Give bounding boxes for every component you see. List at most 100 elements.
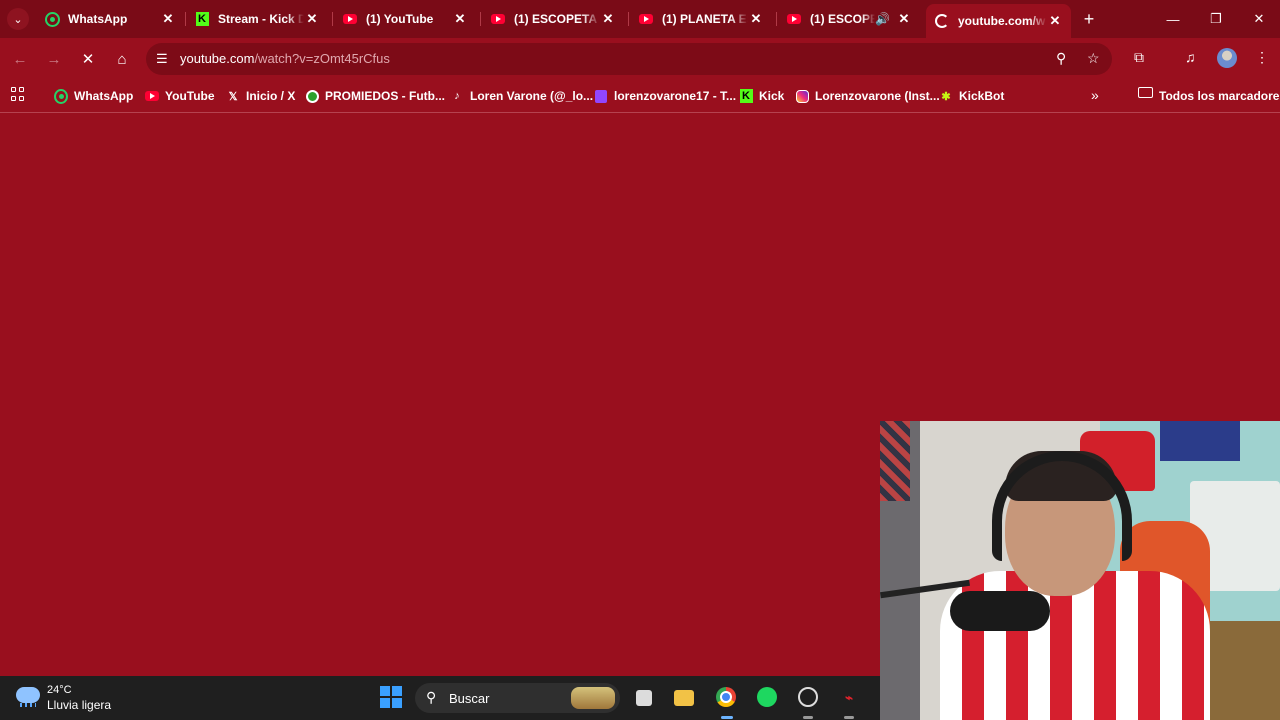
bookmark-label: KickBot <box>959 89 1005 103</box>
taskbar-search[interactable]: ⚲ Buscar <box>415 683 620 713</box>
tab-title: Stream - Kick Da <box>218 12 304 26</box>
bookmark-twitch[interactable]: lorenzovarone17 - T... <box>594 86 736 106</box>
webcam-microphone <box>950 591 1050 631</box>
close-icon[interactable]: ✕ <box>452 11 468 27</box>
weather-widget[interactable]: 24°C Lluvia ligera <box>0 676 130 720</box>
bookmark-kickbot[interactable]: ✱ KickBot <box>939 86 1004 106</box>
url-path: /watch?v=zOmt45rCfus <box>254 51 390 66</box>
restore-button[interactable]: ❐ <box>1203 6 1229 32</box>
bookmark-label: Loren Varone (@_lo... <box>470 89 594 103</box>
url-host: youtube.com <box>180 51 255 66</box>
bookmark-promiedos[interactable]: PROMIEDOS - Futb... <box>305 86 445 106</box>
youtube-icon <box>342 11 358 27</box>
bookmark-youtube[interactable]: YouTube <box>145 86 215 106</box>
file-explorer-icon[interactable] <box>674 690 694 706</box>
bookmark-label: lorenzovarone17 - T... <box>614 89 737 103</box>
tab-title: (1) ESCOPETA JC <box>514 12 600 26</box>
home-button[interactable]: ⌂ <box>110 47 134 71</box>
stop-loading-button[interactable]: ✕ <box>76 47 100 71</box>
close-icon[interactable]: ✕ <box>160 11 176 27</box>
whatsapp-icon <box>54 88 68 104</box>
promiedos-icon <box>305 89 319 103</box>
youtube-icon <box>490 11 506 27</box>
window-close-button[interactable]: ✕ <box>1246 6 1272 32</box>
obs-icon[interactable] <box>798 687 818 707</box>
tiktok-icon: ♪ <box>454 90 460 102</box>
speaker-icon[interactable]: 🔊 <box>875 12 890 26</box>
extensions-icon[interactable]: ⧉ <box>1134 49 1144 66</box>
whatsapp-icon <box>44 11 60 27</box>
tab-youtube-loading[interactable]: youtube.com/w ✕ <box>926 4 1071 38</box>
apps-grid-icon[interactable] <box>11 87 25 101</box>
kick-icon: K <box>194 11 210 27</box>
back-button[interactable]: ← <box>8 47 32 71</box>
new-tab-button[interactable]: + <box>1080 9 1098 30</box>
x-icon: 𝕏 <box>228 90 238 103</box>
bookmark-kick[interactable]: K Kick <box>739 86 784 106</box>
spotify-icon[interactable] <box>757 687 777 707</box>
search-placeholder: Buscar <box>449 691 490 706</box>
tab-title: WhatsApp <box>68 12 128 26</box>
bookmark-label: Lorenzovarone (Inst... <box>815 89 940 103</box>
search-icon: ⚲ <box>426 689 437 705</box>
site-info-icon[interactable]: ☰ <box>156 51 168 67</box>
rain-cloud-icon <box>16 687 40 707</box>
twitch-icon <box>594 89 608 103</box>
bookmark-label: YouTube <box>165 89 215 103</box>
app-red-icon[interactable]: ⌁ <box>838 687 860 709</box>
search-highlight-image <box>571 687 615 709</box>
bookmark-instagram[interactable]: Lorenzovarone (Inst... <box>795 86 940 106</box>
bookmark-whatsapp[interactable]: WhatsApp <box>54 86 133 106</box>
avatar[interactable] <box>1217 48 1237 68</box>
tab-title: (1) YouTube <box>366 12 434 26</box>
tab-youtube[interactable]: (1) YouTube ✕ <box>334 4 476 34</box>
youtube-icon <box>638 11 654 27</box>
close-icon[interactable]: ✕ <box>748 11 764 27</box>
tab-search-button[interactable]: ⌄ <box>7 8 29 30</box>
running-indicator <box>721 716 733 719</box>
tab-escopeta-1[interactable]: (1) ESCOPETA JC ✕ <box>482 4 624 34</box>
tab-strip: ⌄ WhatsApp ✕ K Stream - Kick Da ✕ (1) Yo… <box>0 0 1280 38</box>
tab-title: (1) ESCOPET <box>810 12 876 26</box>
weather-temperature: 24°C <box>47 684 72 696</box>
bookmarks-bar: WhatsApp YouTube 𝕏 Inicio / X PROMIEDOS … <box>0 80 1280 113</box>
menu-kebab-icon[interactable]: ⋮ <box>1255 49 1269 66</box>
tab-escopeta-2[interactable]: (1) ESCOPET 🔊 ✕ <box>778 4 920 34</box>
webcam-shelf <box>1160 421 1240 461</box>
tab-whatsapp[interactable]: WhatsApp ✕ <box>36 4 184 34</box>
running-indicator <box>844 716 854 719</box>
tab-title: (1) PLANETA ES <box>662 12 748 26</box>
bookmark-label: WhatsApp <box>74 89 134 103</box>
tab-separator <box>776 12 777 26</box>
close-icon[interactable]: ✕ <box>1047 13 1063 29</box>
webcam-overlay <box>880 421 1280 720</box>
address-url[interactable]: youtube.com/watch?v=zOmt45rCfus <box>180 51 390 66</box>
close-icon[interactable]: ✕ <box>304 11 320 27</box>
close-icon[interactable]: ✕ <box>896 11 912 27</box>
task-view-icon[interactable] <box>636 690 652 706</box>
chrome-icon[interactable] <box>716 687 736 707</box>
browser-toolbar: ← → ✕ ⌂ ☰ youtube.com/watch?v=zOmt45rCfu… <box>0 38 1280 80</box>
kick-icon: K <box>739 89 753 103</box>
close-icon[interactable]: ✕ <box>600 11 616 27</box>
forward-button[interactable]: → <box>42 47 66 71</box>
zoom-icon[interactable]: ⚲ <box>1056 50 1066 67</box>
media-controls-icon[interactable]: ♫ <box>1185 49 1196 65</box>
bookmark-x[interactable]: 𝕏 Inicio / X <box>226 86 296 106</box>
minimize-button[interactable]: — <box>1160 6 1186 32</box>
address-bar[interactable]: ☰ youtube.com/watch?v=zOmt45rCfus ⚲ ☆ <box>146 43 1112 75</box>
tab-planeta[interactable]: (1) PLANETA ES ✕ <box>630 4 772 34</box>
webcam-poster <box>880 421 910 501</box>
tab-kick-stream[interactable]: K Stream - Kick Da ✕ <box>186 4 328 34</box>
windows-start-icon[interactable] <box>380 686 402 708</box>
windows-taskbar: 24°C Lluvia ligera ⚲ Buscar ⌁ <box>0 676 880 720</box>
bookmark-label: Todos los marcadores <box>1159 89 1280 103</box>
bookmark-star-icon[interactable]: ☆ <box>1087 50 1100 67</box>
weather-condition: Lluvia ligera <box>47 698 112 712</box>
bookmark-tiktok[interactable]: ♪ Loren Varone (@_lo... <box>450 86 593 106</box>
all-bookmarks-button[interactable]: Todos los marcadores <box>1159 86 1280 106</box>
more-bookmarks-chevron-icon[interactable]: » <box>1091 87 1099 103</box>
bookmark-label: Kick <box>759 89 785 103</box>
bookmark-label: Inicio / X <box>246 89 296 103</box>
tab-separator <box>628 12 629 26</box>
